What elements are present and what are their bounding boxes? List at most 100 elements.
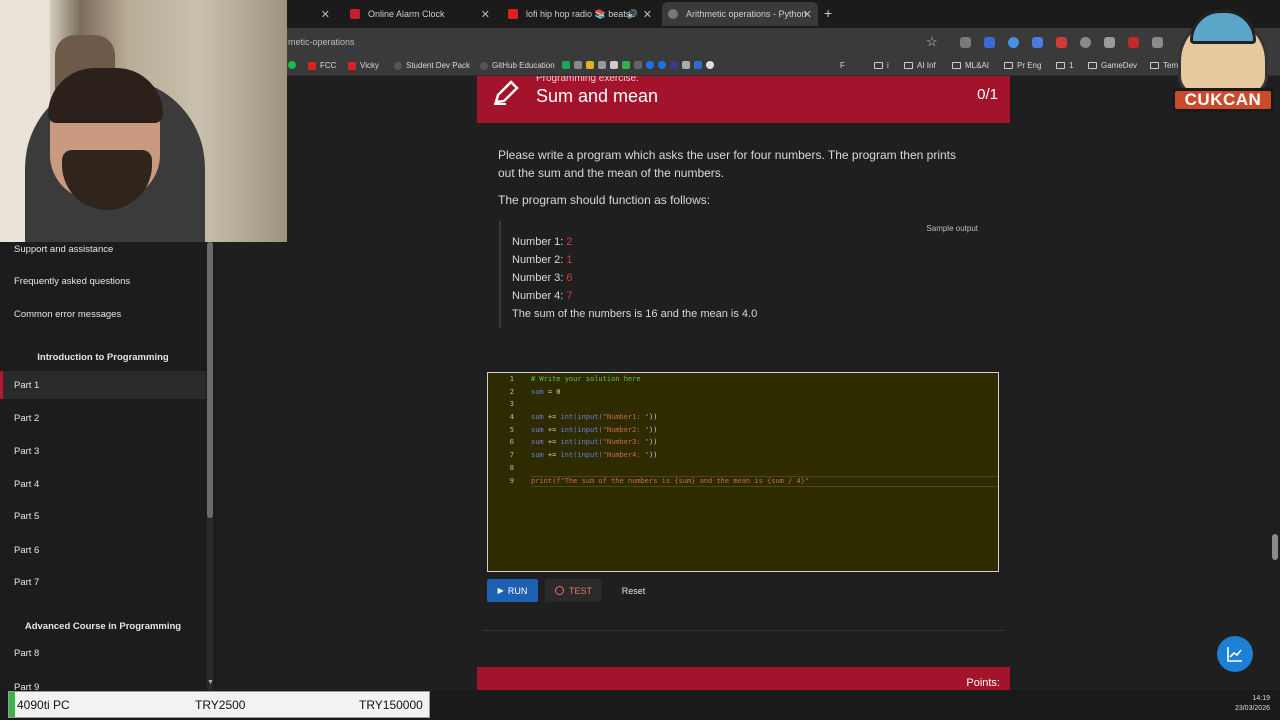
extension-icon[interactable] (1056, 37, 1067, 48)
main-content: Programming exercise: Sum and mean 0/1 P… (216, 76, 1270, 690)
close-icon[interactable]: ✕ (321, 8, 330, 21)
pencil-icon (494, 80, 519, 105)
line-number: 3 (509, 400, 514, 408)
bookmark-folder-ml-ai[interactable]: ML&AI (952, 61, 989, 70)
bookmark-student-dev-pack[interactable]: Student Dev Pack (394, 61, 470, 70)
sidebar-section-intro: Introduction to Programming (37, 352, 169, 363)
browser-tab-alarm-clock[interactable]: Online Alarm Clock ✕ (344, 2, 496, 26)
bookmark-folder-pr-eng[interactable]: Pr Eng (1004, 61, 1041, 70)
app-icon (598, 61, 606, 69)
extension-icon[interactable] (1080, 37, 1091, 48)
sidebar-item-part-9[interactable]: Part 9 (0, 673, 206, 691)
sample-line: Number 4: 7 (512, 290, 573, 302)
speaker-icon[interactable]: 🔊 (627, 9, 638, 20)
spotify-icon (288, 61, 296, 69)
target-icon (554, 586, 564, 595)
app-icon (586, 61, 594, 69)
line-number: 8 (509, 464, 514, 472)
app-icon (574, 61, 582, 69)
sidebar-item-part-6[interactable]: Part 6 (0, 536, 206, 564)
section-divider (482, 630, 1005, 631)
test-button[interactable]: TEST (545, 579, 602, 602)
sidebar-item-support[interactable]: Support and assistance (0, 242, 206, 263)
extension-icon[interactable] (960, 37, 971, 48)
app-icon (562, 61, 570, 69)
line-number: 6 (509, 438, 514, 446)
page-scrollbar[interactable] (1270, 76, 1280, 690)
play-icon: ▶ (497, 586, 504, 595)
bookmark-folder-gamedev[interactable]: GameDev (1088, 61, 1137, 70)
sidebar-scrollbar[interactable] (207, 242, 213, 690)
browser-tab[interactable]: ✕ (296, 2, 336, 26)
close-icon[interactable]: ✕ (643, 8, 652, 21)
sample-output-label: Sample output (926, 224, 978, 233)
folder-icon (904, 62, 913, 69)
run-button[interactable]: ▶ RUN (487, 579, 538, 602)
bookmark-icons-group[interactable] (562, 61, 718, 69)
exercise-header: Programming exercise: Sum and mean 0/1 (477, 76, 1010, 123)
bookmark-folder-1[interactable]: 1 (1056, 61, 1073, 70)
clock-date: 23/03/2026 (1234, 705, 1270, 712)
folder-icon (952, 62, 961, 69)
bookmark-spotify[interactable] (288, 61, 300, 69)
app-icon (634, 61, 642, 69)
scroll-down-arrow-icon[interactable]: ▼ (207, 679, 214, 686)
mascot-logo-text: CUKCAN (1172, 88, 1274, 112)
new-tab-button[interactable]: + (824, 5, 832, 21)
translate-icon[interactable] (1032, 37, 1043, 48)
page-scrollbar-thumb[interactable] (1272, 534, 1278, 560)
webcam-overlay (0, 0, 287, 242)
clock-time: 14:19 (1252, 695, 1270, 702)
progress-chart-button[interactable] (1217, 636, 1253, 672)
reset-button[interactable]: Reset (610, 579, 657, 602)
bookmark-f[interactable]: F (840, 61, 845, 70)
sidebar-item-common-errors[interactable]: Common error messages (0, 300, 206, 328)
sidebar-item-part-1[interactable]: Part 1 (0, 371, 206, 399)
sidebar-item-part-3[interactable]: Part 3 (0, 437, 206, 465)
bottom-bar: 4090ti PC TRY2500 TRY150000 14:19 23/03/… (0, 690, 1280, 720)
github-icon (480, 61, 488, 70)
close-icon[interactable]: ✕ (481, 8, 490, 21)
extension-icon[interactable] (1128, 37, 1139, 48)
extension-icon[interactable] (1152, 37, 1163, 48)
code-line-7: sum += int(input("Number4: ")) (531, 451, 658, 459)
globe-icon (668, 9, 678, 19)
sidebar-item-part-4[interactable]: Part 4 (0, 470, 206, 498)
bookmark-github-education[interactable]: GitHub Education (480, 61, 555, 70)
code-line-9: print(f"The sum of the numbers is {sum} … (531, 477, 810, 485)
code-editor[interactable]: 1 2 3 4 5 6 7 8 9 # Write your solution … (487, 372, 999, 572)
bookmark-fcc[interactable]: FCC (308, 61, 336, 70)
code-line-2: sum = 0 (531, 388, 561, 396)
bookmark-vicky[interactable]: Vicky (348, 61, 379, 70)
line-number: 5 (509, 426, 514, 434)
sidebar-item-part-5[interactable]: Part 5 (0, 502, 206, 530)
tab-title: Online Alarm Clock (368, 9, 445, 19)
bookmark-folder-i[interactable]: i (874, 61, 889, 70)
sidebar-scrollbar-thumb[interactable] (207, 242, 213, 518)
ticker-price-2: TRY150000 (359, 698, 423, 712)
course-sidebar: Support and assistance Frequently asked … (0, 242, 216, 690)
app-icon (622, 61, 630, 69)
sidebar-item-part-2[interactable]: Part 2 (0, 404, 206, 432)
sample-line: The sum of the numbers is 16 and the mea… (512, 308, 758, 320)
sidebar-item-part-7[interactable]: Part 7 (0, 568, 206, 596)
sidebar-item-part-8[interactable]: Part 8 (0, 639, 206, 667)
shield-icon[interactable] (1104, 37, 1115, 48)
bookmark-star-icon[interactable]: ☆ (926, 34, 938, 50)
code-line-1: # Write your solution here (531, 375, 641, 383)
folder-icon (874, 62, 883, 69)
extension-icon[interactable] (1008, 37, 1019, 48)
sample-line: Number 1: 2 (512, 236, 573, 248)
sidebar-item-faq[interactable]: Frequently asked questions (0, 267, 206, 295)
close-icon[interactable]: ✕ (803, 8, 812, 21)
folder-icon (1056, 62, 1065, 69)
browser-tab-lofi[interactable]: lofi hip hop radio 📚 beats 🔊 ✕ (502, 2, 658, 26)
browser-tab-arithmetic[interactable]: Arithmetic operations - Python ✕ (662, 2, 818, 26)
youtube-icon (508, 9, 518, 19)
x-icon (610, 61, 618, 69)
app-icon (670, 61, 678, 69)
extension-icon[interactable] (984, 37, 995, 48)
url-field[interactable]: metic-operations (288, 37, 355, 47)
bookmark-folder-ai-inf[interactable]: AI Inf (904, 61, 936, 70)
k-icon (350, 9, 360, 19)
